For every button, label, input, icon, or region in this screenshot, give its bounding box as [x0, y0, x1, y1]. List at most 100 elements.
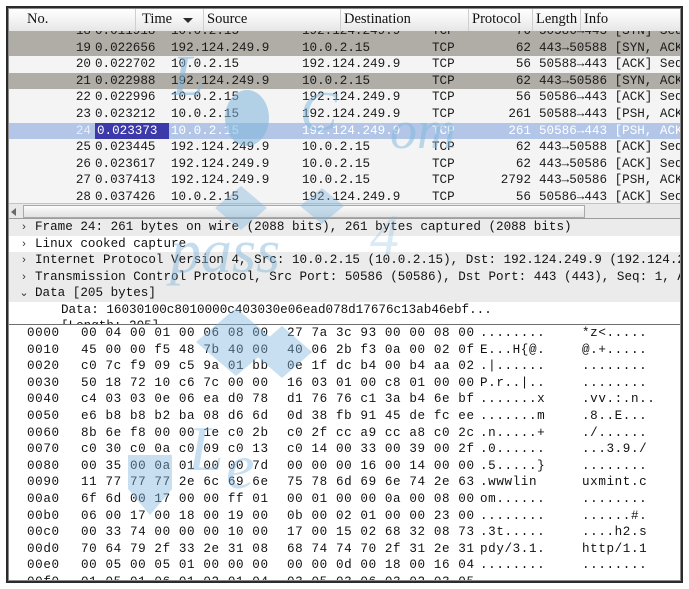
packet-details-pane[interactable]: › Frame 24: 261 bytes on wire (2088 bits)…	[9, 218, 680, 324]
packet-row[interactable]: 27 0.037413 192.124.249.9 10.0.2.15 TCP 2792 4…	[9, 172, 680, 189]
hex-bytes-right: 00 00 0d 00 18 00 16 04	[287, 558, 475, 573]
packet-cell-info: 50586→443 [PSH, ACK]	[539, 123, 680, 138]
packet-cell-length: 2792	[500, 173, 531, 188]
hex-bytes-left: c4 03 03 0e 06 ea d0 78	[81, 392, 269, 407]
hex-offset: 00f0	[27, 574, 60, 580]
hex-bytes-right: d1 76 76 c1 3a b4 6e bf	[287, 392, 475, 407]
packet-bytes-pane[interactable]: 0000 00 04 00 01 00 06 08 00 27 7a 3c 93 0…	[9, 324, 680, 580]
packet-cell-info: 443→50588 [SYN, ACK]	[539, 40, 680, 55]
sort-descending-icon[interactable]	[183, 18, 193, 23]
packet-cell-protocol: TCP	[432, 123, 455, 138]
packet-row[interactable]: 19 0.022656 192.124.249.9 10.0.2.15 TCP 62 443…	[9, 39, 680, 57]
packet-cell-info: 50588→443 [ACK] Seq=1	[539, 57, 680, 72]
packet-cell-source: 192.124.249.9	[171, 73, 270, 88]
packet-cell-length: 261	[508, 123, 531, 138]
packet-row[interactable]: 22 0.022996 10.0.2.15 192.124.249.9 TCP 56 505…	[9, 89, 680, 106]
hex-ascii-right: uxmint.c	[582, 475, 648, 490]
tree-collapsed-icon[interactable]: ›	[19, 252, 29, 269]
column-header-length[interactable]: Length	[536, 11, 577, 28]
packet-list-pane[interactable]: No. Time Source Destination Protocol Len…	[9, 9, 680, 203]
tree-collapsed-icon[interactable]: ›	[19, 269, 29, 286]
hex-dump-row[interactable]: 0010 45 00 00 f5 48 7b 40 00 40 06 2b f3 0…	[9, 342, 680, 359]
hex-bytes-left: 00 35 00 0a 01 00 00 7d	[81, 458, 269, 473]
detail-tree-item[interactable]: › Transmission Control Protocol, Src Port…	[9, 268, 680, 286]
hex-offset: 00b0	[27, 508, 60, 523]
detail-tree-item[interactable]: › Frame 24: 261 bytes on wire (2088 bits)…	[9, 219, 680, 236]
column-header-info[interactable]: Info	[584, 11, 608, 28]
packet-cell-no: 21	[75, 73, 91, 88]
hex-dump-row[interactable]: 0050 e6 b8 b8 b2 ba 08 d6 6d 0d 38 fb 91 4…	[9, 408, 680, 425]
packet-cell-no: 20	[75, 57, 91, 72]
packet-cell-protocol: TCP	[432, 156, 455, 171]
hex-dump-row[interactable]: 00e0 00 05 00 05 01 00 00 00 00 00 0d 00 1…	[9, 557, 680, 574]
hex-dump-row[interactable]: 0020 c0 7c f9 09 c5 9a 01 bb 0e 1f dc b4 0…	[9, 358, 680, 375]
hex-dump-row[interactable]: 0080 00 35 00 0a 01 00 00 7d 00 00 00 16 0…	[9, 458, 680, 475]
hex-dump-row[interactable]: 0030 50 18 72 10 c6 7c 00 00 16 03 01 00 c…	[9, 375, 680, 392]
detail-tree-item[interactable]: › Internet Protocol Version 4, Src: 10.0.…	[9, 252, 680, 269]
packet-row[interactable]: 21 0.022988 192.124.249.9 10.0.2.15 TCP 62 443…	[9, 72, 680, 90]
hex-dump-row[interactable]: 00b0 06 00 17 00 18 00 19 00 0b 00 02 01 0…	[9, 508, 680, 525]
hex-ascii-right: *z<.....	[582, 326, 648, 340]
detail-tree-item[interactable]: ⌄ Data [205 bytes]	[9, 285, 680, 302]
hex-dump-row[interactable]: 00c0 00 33 74 00 00 00 10 00 17 00 15 02 6…	[9, 524, 680, 541]
hex-offset: 00a0	[27, 491, 60, 506]
packet-row[interactable]: 28 0.037426 10.0.2.15 192.124.249.9 TCP 56 505…	[9, 188, 680, 203]
scroll-left-arrow-icon[interactable]	[11, 208, 16, 216]
column-header-no[interactable]: No.	[27, 11, 48, 28]
tree-collapsed-icon[interactable]: ›	[19, 236, 29, 253]
hex-offset: 00c0	[27, 525, 60, 540]
packet-cell-destination: 192.124.249.9	[302, 57, 401, 72]
packet-cell-length: 56	[515, 189, 531, 203]
column-header-source[interactable]: Source	[207, 11, 247, 28]
packet-cell-destination: 10.0.2.15	[302, 140, 371, 155]
detail-tree-item[interactable]: Data: 16030100c8010000c403030e06ead078d1…	[9, 301, 680, 318]
packet-row[interactable]: 26 0.023617 192.124.249.9 10.0.2.15 TCP 62 443…	[9, 155, 680, 173]
hex-bytes-right: 40 06 2b f3 0a 00 02 0f	[287, 342, 475, 357]
packet-row[interactable]: 23 0.023212 10.0.2.15 192.124.249.9 TCP 261 50…	[9, 105, 680, 123]
app-frame: No. Time Source Destination Protocol Len…	[6, 6, 683, 583]
packet-cell-source: 10.0.2.15	[171, 90, 240, 105]
column-header-destination[interactable]: Destination	[344, 11, 411, 28]
packet-list-rows[interactable]: 18 0.011918 10.0.2.15 192.124.249.9 TCP 76 505…	[9, 31, 680, 203]
hex-ascii-left: .......x	[480, 392, 546, 407]
hex-bytes-left: e6 b8 b8 b2 ba 08 d6 6d	[81, 408, 269, 423]
packet-cell-time: 0.022988	[95, 73, 156, 88]
packet-cell-protocol: TCP	[432, 31, 455, 38]
packet-cell-time: 0.023617	[95, 156, 156, 171]
packet-cell-no: 19	[75, 40, 91, 55]
tree-expanded-icon[interactable]: ⌄	[19, 285, 29, 302]
detail-tree-label: Data [205 bytes]	[35, 286, 156, 300]
hex-dump-row[interactable]: 0090 11 77 77 77 2e 6c 69 6e 75 78 6d 69 6…	[9, 474, 680, 491]
hex-bytes-right: 27 7a 3c 93 00 00 08 00	[287, 326, 475, 340]
packet-cell-protocol: TCP	[432, 40, 455, 55]
packet-list-horizontal-scrollbar[interactable]	[9, 203, 680, 219]
packet-row[interactable]: 20 0.022702 10.0.2.15 192.124.249.9 TCP 56 505…	[9, 56, 680, 73]
hex-dump-row[interactable]: 0060 8b 6e f8 00 00 1e c0 2b c0 2f cc a9 c…	[9, 425, 680, 442]
packet-row[interactable]: 18 0.011918 10.0.2.15 192.124.249.9 TCP 76 505…	[9, 31, 680, 40]
detail-tree-item[interactable]: › Linux cooked capture	[9, 235, 680, 253]
hex-offset: 0060	[27, 425, 60, 440]
hex-dump-row[interactable]: 00f0 01 05 01 06 01 02 01 04 03 05 03 06 0…	[9, 574, 680, 580]
packet-cell-time: 0.022656	[95, 40, 156, 55]
hex-dump-row[interactable]: 0000 00 04 00 01 00 06 08 00 27 7a 3c 93 0…	[9, 325, 680, 342]
column-header-time[interactable]: Time	[142, 11, 172, 28]
packet-row-selected[interactable]: 24 0.023373 10.0.2.15 192.124.249.9 TCP 261 50…	[9, 122, 680, 140]
hex-dump-row[interactable]: 00d0 70 64 79 2f 33 2e 31 08 68 74 74 70 2…	[9, 541, 680, 558]
hex-dump-row[interactable]: 00a0 6f 6d 00 17 00 00 ff 01 00 01 00 00 0…	[9, 491, 680, 508]
tree-collapsed-icon[interactable]: ›	[19, 219, 29, 236]
packet-cell-protocol: TCP	[432, 57, 455, 72]
hex-bytes-right: 03 05 03 06 03 02 03 05	[287, 574, 475, 580]
hex-bytes-right: 68 74 74 70 2f 31 2e 31	[287, 541, 475, 556]
scrollbar-thumb[interactable]	[23, 205, 585, 218]
hex-ascii-left: .5.....}	[480, 458, 546, 473]
hex-dump-row[interactable]: 0070 c0 30 c0 0a c0 09 c0 13 c0 14 00 33 0…	[9, 441, 680, 458]
packet-cell-source: 192.124.249.9	[171, 40, 270, 55]
packet-row[interactable]: 25 0.023445 192.124.249.9 10.0.2.15 TCP 62 443…	[9, 139, 680, 156]
column-header-protocol[interactable]: Protocol	[472, 11, 521, 28]
packet-cell-time: 0.022702	[95, 57, 156, 72]
hex-offset: 0030	[27, 375, 60, 390]
packet-cell-info: 443→50588 [ACK] Seq=1	[539, 140, 680, 155]
hex-dump-row[interactable]: 0040 c4 03 03 0e 06 ea d0 78 d1 76 76 c1 3…	[9, 391, 680, 408]
packet-cell-no: 23	[75, 106, 91, 121]
hex-bytes-left: 00 05 00 05 01 00 00 00	[81, 558, 269, 573]
